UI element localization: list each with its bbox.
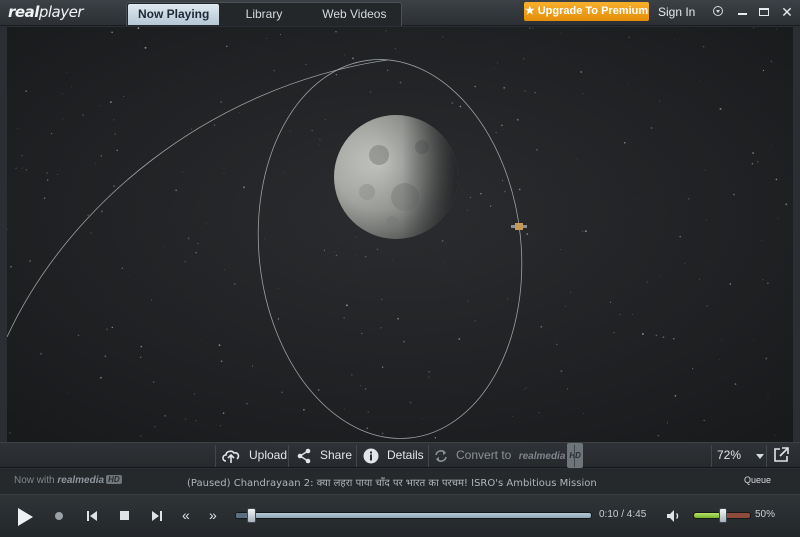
now-with-label: Now with [14,475,55,486]
chevron-down-icon [756,454,764,459]
tab-library[interactable]: Library [220,3,307,25]
details-label: Details [387,448,424,462]
realmedia-logo: realmedia [518,451,566,462]
popout-icon[interactable] [772,446,790,464]
tab-now-playing[interactable]: Now Playing [128,4,220,25]
upload-label: Upload [249,448,288,462]
now-playing-title: (Paused) Chandrayaan 2: क्या लहरा पाया च… [187,478,597,489]
share-icon [297,448,311,464]
convert-icon [435,449,447,462]
seek-bar[interactable] [235,508,592,523]
divider [766,445,767,467]
realmedia-logo: realmedia [57,475,105,486]
divider [428,445,429,467]
record-icon[interactable] [55,512,63,520]
zoom-value: 72% [717,448,742,462]
upgrade-button[interactable]: ★ Upgrade To Premium [524,2,649,21]
realplayer-logo: realplayer [8,3,84,21]
volume-percent: 50% [755,509,776,520]
volume-slider[interactable] [693,508,751,523]
hd-badge: HD [106,475,122,484]
volume-handle[interactable] [719,508,727,523]
logo-player: player [38,3,84,21]
convert-label: Convert to [456,448,512,462]
playback-controls: « » 0:10 / 4:45 50% [0,494,800,537]
divider [574,445,575,467]
stop-icon[interactable] [120,511,129,520]
divider [288,445,289,467]
video-frame [7,27,793,442]
divider [356,445,357,467]
title-bar: realplayer Now Playing Library Web Video… [0,0,800,26]
play-icon[interactable] [15,507,35,527]
share-label: Share [320,448,353,462]
upload-button[interactable]: Upload [221,443,287,468]
convert-button[interactable]: Convert to realmedia HD [434,443,583,468]
moon-image [334,115,458,239]
time-display: 0:10 / 4:45 [599,509,647,520]
queue-button[interactable]: Queue [744,475,771,485]
volume-icon[interactable] [666,508,682,524]
tab-web-videos[interactable]: Web Videos [308,3,401,25]
info-bar: Now with realmedia HD (Paused) Chandrayaa… [0,469,800,494]
close-icon[interactable]: ✕ [778,3,796,21]
video-area[interactable] [7,27,793,442]
fast-forward-icon[interactable]: » [209,507,217,523]
cloud-upload-icon [222,450,240,463]
rewind-icon[interactable]: « [182,507,190,523]
seek-handle[interactable] [247,508,257,523]
divider [215,445,216,467]
upgrade-label: Upgrade To Premium [537,5,649,17]
minimize-icon[interactable] [733,3,751,21]
star-icon: ★ [524,5,535,17]
hd-badge: HD [567,443,583,468]
maximize-icon[interactable] [755,3,773,21]
logo-real: real [8,3,39,21]
menu-icon[interactable] [709,3,727,21]
previous-icon[interactable] [86,510,98,522]
action-bar: Upload Share Details Convert to realmedi… [0,442,800,468]
main-tabs: Now Playing Library Web Videos [126,2,402,26]
sign-in-link[interactable]: Sign In [658,5,695,19]
zoom-dropdown[interactable]: 72% [712,443,766,468]
details-button[interactable]: Details [363,443,424,468]
info-icon [363,448,379,464]
now-with-promo: Now with realmedia HD [14,475,122,486]
next-icon[interactable] [151,510,163,522]
share-button[interactable]: Share [296,443,352,468]
